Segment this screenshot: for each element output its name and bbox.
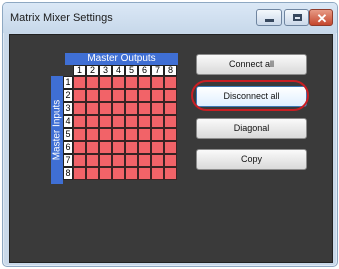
matrix-cell-in4-out7[interactable]	[151, 115, 164, 128]
matrix-cell-in4-out8[interactable]	[164, 115, 177, 128]
matrix-cell-in7-out2[interactable]	[86, 154, 99, 167]
matrix-cell-in3-out4[interactable]	[112, 102, 125, 115]
matrix-cell-in7-out4[interactable]	[112, 154, 125, 167]
matrix-cell-in3-out6[interactable]	[138, 102, 151, 115]
diagonal-button[interactable]: Diagonal	[196, 118, 307, 139]
matrix-cell-in5-out8[interactable]	[164, 128, 177, 141]
connect-all-button[interactable]: Connect all	[196, 54, 307, 75]
matrix-cell-in4-out6[interactable]	[138, 115, 151, 128]
matrix-cell-in2-out3[interactable]	[99, 89, 112, 102]
input-number-8: 8	[63, 167, 73, 180]
matrix-cell-in2-out7[interactable]	[151, 89, 164, 102]
output-number-8: 8	[164, 65, 177, 76]
matrix-cell-in3-out2[interactable]	[86, 102, 99, 115]
output-number-5: 5	[125, 65, 138, 76]
master-inputs-header: Master Inputs	[51, 76, 63, 184]
matrix-cell-in4-out1[interactable]	[73, 115, 86, 128]
maximize-button[interactable]	[284, 9, 309, 26]
matrix-cell-in5-out5[interactable]	[125, 128, 138, 141]
input-number-7: 7	[63, 154, 73, 167]
matrix-cell-in2-out4[interactable]	[112, 89, 125, 102]
matrix-cell-in8-out1[interactable]	[73, 167, 86, 180]
matrix-cell-in6-out4[interactable]	[112, 141, 125, 154]
matrix-cell-in8-out6[interactable]	[138, 167, 151, 180]
minimize-button[interactable]	[256, 9, 282, 26]
matrix-cell-in7-out5[interactable]	[125, 154, 138, 167]
matrix-cell-in3-out5[interactable]	[125, 102, 138, 115]
matrix-cell-in1-out4[interactable]	[112, 76, 125, 89]
matrix-cell-in5-out2[interactable]	[86, 128, 99, 141]
matrix-cell-in2-out1[interactable]	[73, 89, 86, 102]
matrix-cell-in7-out8[interactable]	[164, 154, 177, 167]
maximize-icon	[293, 14, 302, 21]
matrix-cell-in4-out5[interactable]	[125, 115, 138, 128]
title-bar[interactable]: Matrix Mixer Settings ✕	[3, 3, 337, 33]
matrix-cell-in6-out1[interactable]	[73, 141, 86, 154]
matrix-cell-in6-out7[interactable]	[151, 141, 164, 154]
output-number-3: 3	[99, 65, 112, 76]
disconnect-all-button[interactable]: Disconnect all	[196, 86, 307, 107]
matrix-cell-in1-out3[interactable]	[99, 76, 112, 89]
matrix-cell-in5-out4[interactable]	[112, 128, 125, 141]
matrix-cell-in5-out7[interactable]	[151, 128, 164, 141]
matrix-cell-in8-out7[interactable]	[151, 167, 164, 180]
matrix-cell-in3-out3[interactable]	[99, 102, 112, 115]
matrix-cell-in5-out3[interactable]	[99, 128, 112, 141]
close-icon: ✕	[316, 11, 328, 26]
matrix-cell-in4-out3[interactable]	[99, 115, 112, 128]
input-number-3: 3	[63, 102, 73, 115]
matrix-cell-in7-out3[interactable]	[99, 154, 112, 167]
output-number-1: 1	[73, 65, 86, 76]
matrix-cell-in3-out1[interactable]	[73, 102, 86, 115]
matrix-cell-in1-out6[interactable]	[138, 76, 151, 89]
window-title: Matrix Mixer Settings	[10, 12, 113, 24]
output-number-7: 7	[151, 65, 164, 76]
matrix-cell-in8-out8[interactable]	[164, 167, 177, 180]
matrix-cell-in7-out6[interactable]	[138, 154, 151, 167]
minimize-icon	[265, 19, 274, 22]
input-number-6: 6	[63, 141, 73, 154]
master-outputs-header: Master Outputs	[65, 53, 178, 65]
matrix-cell-in6-out2[interactable]	[86, 141, 99, 154]
output-number-2: 2	[86, 65, 99, 76]
matrix-cell-in4-out4[interactable]	[112, 115, 125, 128]
matrix-cell-in2-out5[interactable]	[125, 89, 138, 102]
matrix-cell-in6-out5[interactable]	[125, 141, 138, 154]
matrix-cell-in2-out2[interactable]	[86, 89, 99, 102]
input-number-2: 2	[63, 89, 73, 102]
input-number-5: 5	[63, 128, 73, 141]
matrix-cell-in6-out8[interactable]	[164, 141, 177, 154]
matrix-cell-in6-out3[interactable]	[99, 141, 112, 154]
matrix-cell-in4-out2[interactable]	[86, 115, 99, 128]
matrix-cell-in7-out7[interactable]	[151, 154, 164, 167]
input-number-4: 4	[63, 115, 73, 128]
matrix-cell-in2-out8[interactable]	[164, 89, 177, 102]
matrix-cell-in1-out1[interactable]	[73, 76, 86, 89]
matrix-mixer-settings-window: Matrix Mixer Settings ✕ Master Outputs M…	[2, 2, 338, 267]
output-number-6: 6	[138, 65, 151, 76]
matrix-cell-in7-out1[interactable]	[73, 154, 86, 167]
input-number-1: 1	[63, 76, 73, 89]
matrix-cell-in1-out8[interactable]	[164, 76, 177, 89]
matrix-cell-in8-out3[interactable]	[99, 167, 112, 180]
output-number-4: 4	[112, 65, 125, 76]
matrix-cell-in5-out6[interactable]	[138, 128, 151, 141]
matrix-cell-in8-out2[interactable]	[86, 167, 99, 180]
matrix-cell-in3-out7[interactable]	[151, 102, 164, 115]
matrix-cell-in8-out5[interactable]	[125, 167, 138, 180]
master-inputs-label: Master Inputs	[51, 99, 63, 161]
matrix-mixer-panel: Master Outputs Master Inputs 12345678123…	[9, 34, 333, 263]
matrix-cell-in3-out8[interactable]	[164, 102, 177, 115]
matrix-cell-in2-out6[interactable]	[138, 89, 151, 102]
matrix-cell-in8-out4[interactable]	[112, 167, 125, 180]
matrix-cell-in5-out1[interactable]	[73, 128, 86, 141]
close-button[interactable]: ✕	[309, 9, 333, 26]
matrix-cell-in1-out5[interactable]	[125, 76, 138, 89]
matrix-cell-in1-out7[interactable]	[151, 76, 164, 89]
copy-button[interactable]: Copy	[196, 149, 307, 170]
matrix-cell-in1-out2[interactable]	[86, 76, 99, 89]
matrix-cell-in6-out6[interactable]	[138, 141, 151, 154]
